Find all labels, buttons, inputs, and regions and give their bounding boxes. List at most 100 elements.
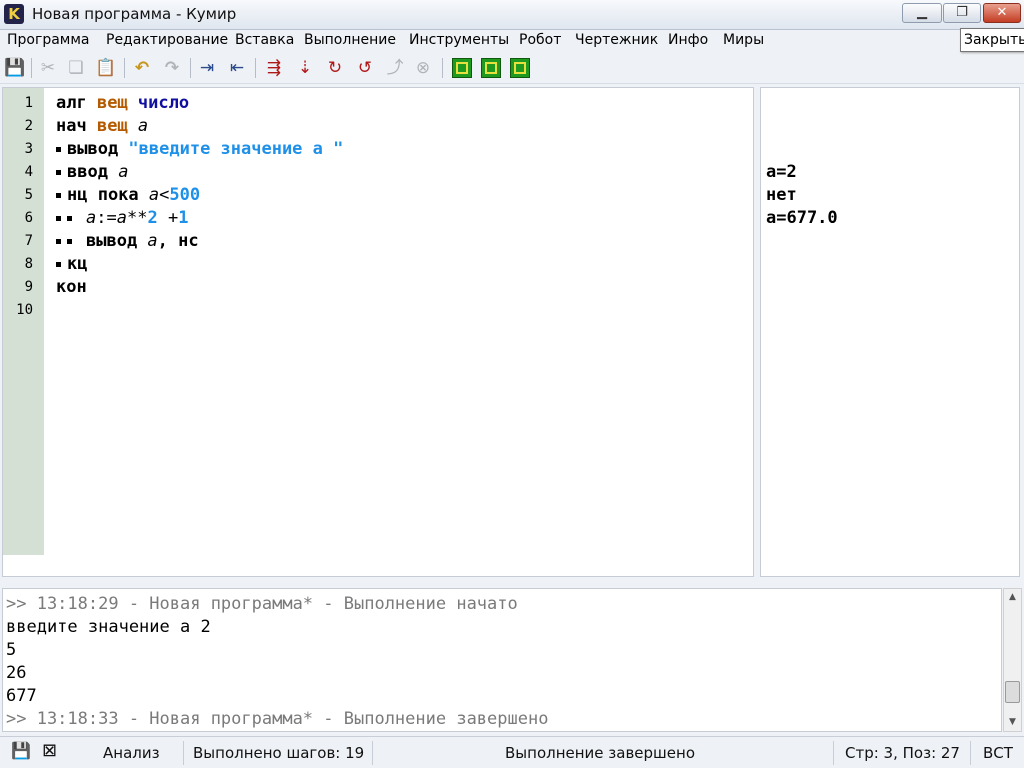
variable: а — [147, 231, 158, 251]
title-bar: K Новая программа - Кумир ▁ ❐ ✕ — [0, 0, 1024, 30]
keyword: ввод — [67, 162, 119, 182]
console-line: введите значение а 2 — [6, 617, 211, 637]
console-line: 677 — [6, 686, 37, 706]
code-line[interactable]: нц пока а<500 — [56, 185, 200, 205]
code-line[interactable]: ввод а — [56, 162, 128, 182]
margin-value: а=2 — [766, 162, 797, 182]
minimize-button[interactable]: ▁ — [902, 3, 942, 23]
line-number: 10 — [16, 302, 33, 318]
scroll-up-icon[interactable]: ▲ — [1004, 589, 1021, 606]
scroll-down-icon[interactable]: ▼ — [1004, 714, 1021, 731]
toolbar: 💾 ✂ ❏ 📋 ↶ ↷ ⇥ ⇤ ⇶ ⇣ ↻ ↺ ⤴ ⊗ — [0, 54, 1024, 84]
console-scrollbar[interactable]: ▲ ▼ — [1003, 588, 1022, 732]
code-line[interactable]: кон — [56, 277, 87, 297]
status-mode: Анализ — [103, 744, 160, 762]
values-margin: а=2 нет а=677.0 — [760, 87, 1020, 577]
operator: := — [96, 208, 117, 228]
indent-marker — [67, 215, 72, 221]
output-console[interactable]: >> 13:18:29 - Новая программа* - Выполне… — [2, 588, 1002, 732]
floppy-icon[interactable]: 💾 — [11, 741, 31, 760]
indent-marker — [56, 238, 61, 244]
maximize-button[interactable]: ❐ — [943, 3, 981, 23]
code-line[interactable]: вывод а, нс — [56, 231, 199, 251]
status-separator — [372, 741, 373, 765]
operator: ** — [126, 208, 148, 228]
line-number-gutter: 1 2 3 4 5 6 7 8 9 10 — [3, 88, 44, 555]
number-literal: 1 — [178, 208, 189, 228]
line-number: 2 — [24, 118, 33, 134]
variable: а — [86, 208, 97, 228]
stop-icon[interactable]: ⊗ — [412, 57, 434, 79]
copy-icon[interactable]: ❏ — [65, 57, 87, 79]
indent-marker — [56, 146, 61, 152]
redo-icon[interactable]: ↷ — [161, 57, 183, 79]
keyword: кц — [67, 254, 88, 274]
insert-mode: ВСТ — [983, 744, 1013, 762]
menu-worlds[interactable]: Миры — [723, 32, 764, 48]
margin-value: а=677.0 — [766, 208, 838, 228]
paste-icon[interactable]: 📋 — [95, 57, 117, 79]
indent-marker — [56, 215, 61, 221]
kumir-window: K Новая программа - Кумир ▁ ❐ ✕ Закрыть … — [0, 0, 1024, 768]
save-icon[interactable]: 💾 — [4, 57, 26, 79]
type-keyword: вещ — [96, 116, 138, 136]
menu-edit[interactable]: Редактирование — [106, 32, 228, 48]
menu-insert[interactable]: Вставка — [235, 32, 294, 48]
indent-marker — [67, 238, 72, 244]
menu-run[interactable]: Выполнение — [304, 32, 396, 48]
number-literal: 500 — [169, 185, 201, 205]
console-system-line: >> 13:18:33 - Новая программа* - Выполне… — [6, 709, 549, 729]
run-icon[interactable]: ⇶ — [263, 57, 285, 79]
keyword: кон — [56, 277, 87, 297]
console-system-line: >> 13:18:29 - Новая программа* - Выполне… — [6, 594, 518, 614]
robot-frame-icon[interactable] — [481, 58, 501, 78]
status-state: Выполнение завершено — [505, 744, 695, 762]
undo-icon[interactable]: ↶ — [131, 57, 153, 79]
code-line[interactable]: вывод "введите значение а " — [56, 139, 343, 159]
menu-robot[interactable]: Робот — [519, 32, 561, 48]
margin-value: нет — [766, 185, 797, 205]
variable: а — [137, 116, 149, 136]
menu-program[interactable]: Программа — [7, 32, 90, 48]
robot-grid-icon[interactable] — [452, 58, 472, 78]
step-in-icon[interactable]: ↺ — [354, 57, 376, 79]
line-number: 7 — [24, 233, 33, 249]
status-steps: Выполнено шагов: 19 — [193, 744, 365, 762]
toolbar-separator — [442, 58, 443, 78]
close-tooltip: Закрыть — [960, 28, 1024, 52]
line-number: 3 — [24, 141, 33, 157]
line-number: 4 — [24, 164, 33, 180]
keyword: нач — [56, 116, 97, 136]
cut-icon[interactable]: ✂ — [37, 57, 59, 79]
variable: а — [116, 208, 127, 228]
menu-tools[interactable]: Инструменты — [409, 32, 509, 48]
toolbar-separator — [31, 58, 32, 78]
code-line[interactable]: кц — [56, 254, 87, 274]
code-editor[interactable]: 1 2 3 4 5 6 7 8 9 10 алг вещ число нач в… — [2, 87, 754, 577]
status-bar: 💾 ⊠ Анализ Выполнено шагов: 19 Выполнени… — [0, 736, 1024, 768]
code-line[interactable]: а:=а**2 +1 — [56, 208, 188, 228]
step-over-icon[interactable]: ↻ — [324, 57, 346, 79]
step-run-icon[interactable]: ⇣ — [294, 57, 316, 79]
number-literal: 2 — [147, 208, 158, 228]
menu-draftsman[interactable]: Чертежник — [575, 32, 658, 48]
keyword: , нс — [157, 231, 199, 251]
code-line[interactable]: алг вещ число — [56, 93, 189, 113]
status-separator — [833, 741, 834, 765]
close-box-icon[interactable]: ⊠ — [42, 740, 57, 761]
code-line[interactable]: нач вещ а — [56, 116, 148, 136]
keyword: алг — [56, 93, 97, 113]
step-out-icon[interactable]: ⤴ — [384, 57, 406, 79]
line-number: 1 — [24, 95, 33, 111]
line-number: 8 — [24, 256, 33, 272]
close-button[interactable]: ✕ — [983, 3, 1021, 23]
unindent-icon[interactable]: ⇤ — [226, 57, 248, 79]
indent-icon[interactable]: ⇥ — [196, 57, 218, 79]
draftsman-icon[interactable] — [510, 58, 530, 78]
indent-marker — [56, 169, 61, 175]
toolbar-separator — [190, 58, 191, 78]
scrollbar-thumb[interactable] — [1005, 681, 1020, 703]
console-line: 26 — [6, 663, 27, 683]
menu-info[interactable]: Инфо — [668, 32, 708, 48]
status-separator — [183, 741, 184, 765]
